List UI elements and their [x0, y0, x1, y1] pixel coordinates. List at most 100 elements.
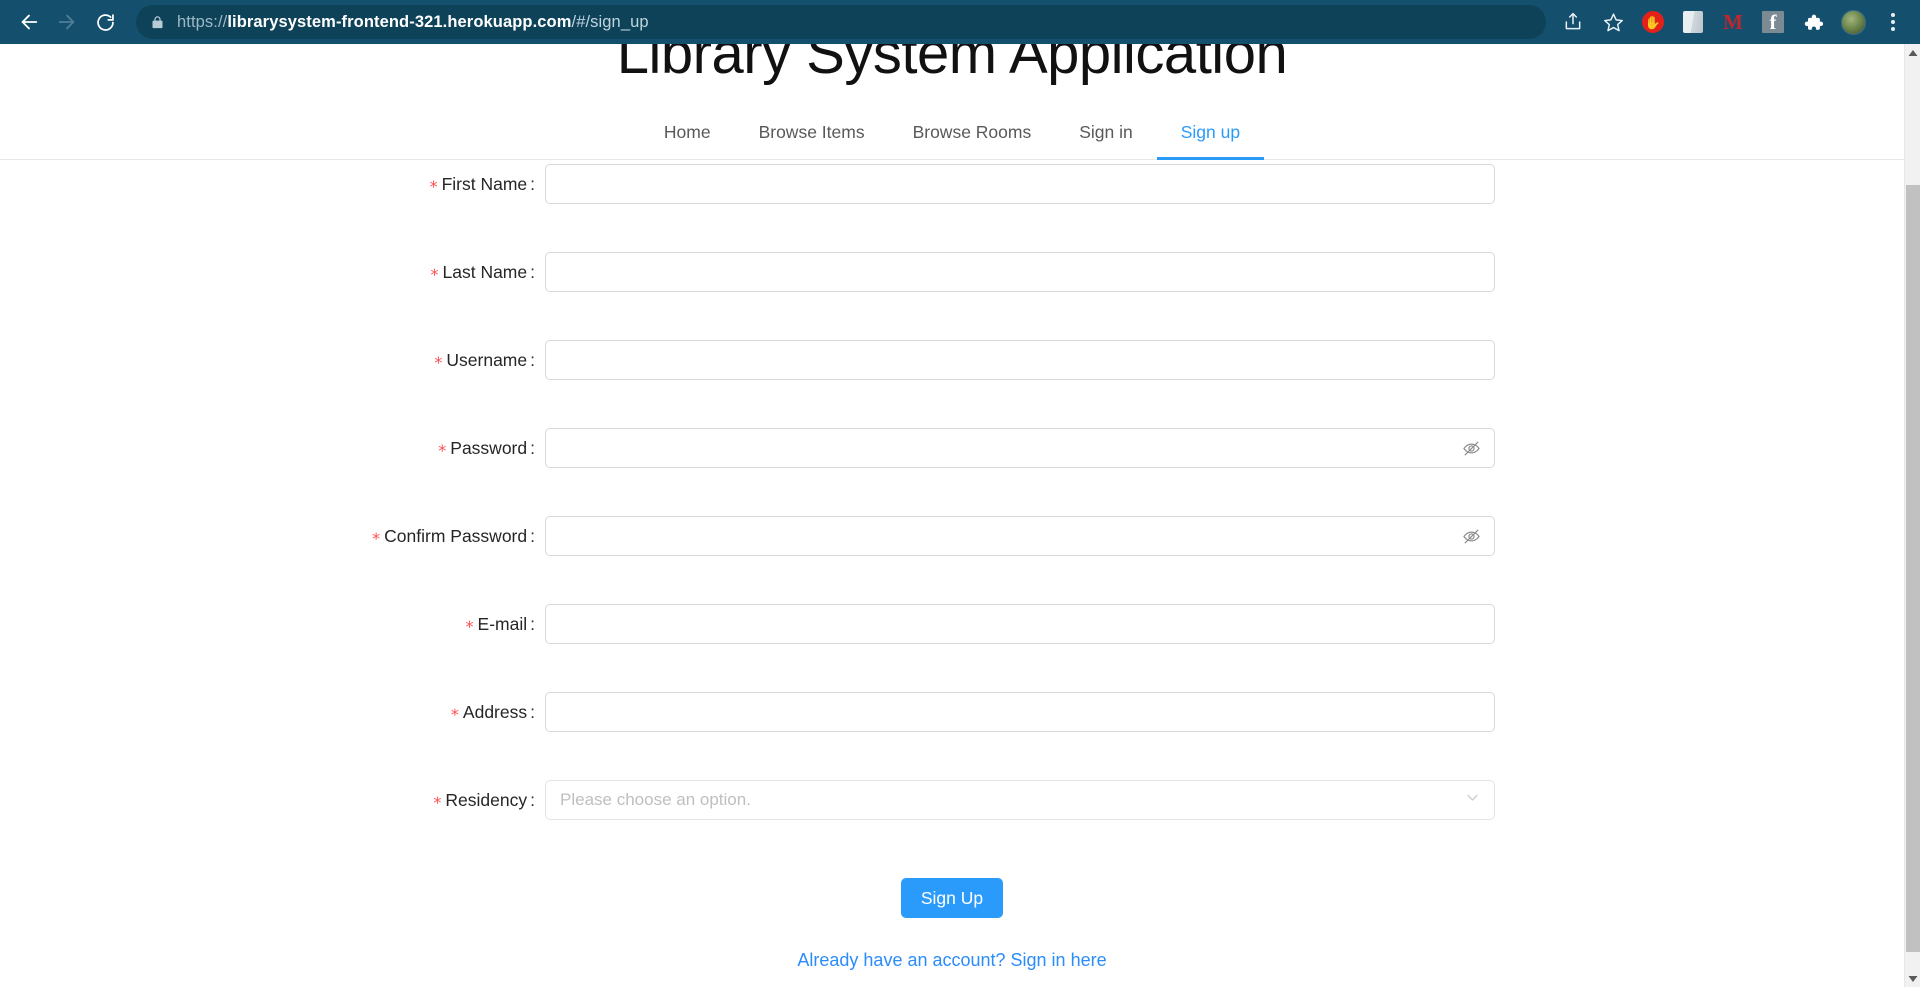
field-wrap-address	[545, 692, 1495, 732]
label-colon: :	[530, 350, 535, 370]
bookmark-star-icon[interactable]	[1596, 5, 1630, 39]
sign-up-button[interactable]: Sign Up	[900, 878, 1004, 918]
forward-button[interactable]	[48, 3, 86, 41]
address-bar[interactable]: https://librarysystem-frontend-321.herok…	[136, 5, 1546, 39]
page-scrollbar[interactable]	[1904, 44, 1920, 987]
username-input[interactable]	[545, 340, 1495, 380]
label-password: * Password:	[0, 428, 545, 469]
browser-actions: ✋ M f	[1556, 5, 1910, 39]
page-viewport: Library System Application Home Browse I…	[0, 44, 1904, 987]
confirm-password-input[interactable]	[545, 516, 1495, 556]
field-wrap-last-name	[545, 252, 1495, 292]
form-row-first-name: * First Name:	[0, 164, 1904, 252]
label-text: Address	[462, 702, 528, 722]
required-asterisk: *	[434, 353, 443, 372]
nav-item-browse-items[interactable]: Browse Items	[735, 106, 889, 160]
url-text: https://librarysystem-frontend-321.herok…	[177, 13, 649, 32]
field-wrap-residency: Please choose an option.	[545, 780, 1495, 820]
browser-toolbar: https://librarysystem-frontend-321.herok…	[0, 0, 1920, 44]
reload-button[interactable]	[86, 3, 124, 41]
url-domain: librarysystem-frontend-321.herokuapp.com	[227, 12, 572, 31]
label-text: E-mail	[477, 614, 528, 634]
page-title: Library System Application	[616, 44, 1288, 86]
label-colon: :	[530, 526, 535, 546]
label-address: * Address:	[0, 692, 545, 733]
label-text: Password	[450, 438, 528, 458]
label-colon: :	[530, 438, 535, 458]
chevron-down-icon	[1465, 790, 1480, 810]
required-asterisk: *	[438, 441, 447, 460]
facebook-extension-icon[interactable]: f	[1756, 5, 1790, 39]
arrow-left-icon	[18, 11, 40, 33]
first-name-input[interactable]	[545, 164, 1495, 204]
required-asterisk: *	[430, 265, 439, 284]
label-last-name: * Last Name:	[0, 252, 545, 293]
extensions-puzzle-icon[interactable]	[1796, 5, 1830, 39]
label-colon: :	[530, 262, 535, 282]
label-colon: :	[530, 614, 535, 634]
sign-in-here-link[interactable]: Already have an account? Sign in here	[797, 950, 1106, 971]
form-row-email: * E-mail:	[0, 604, 1904, 692]
form-row-password: * Password:	[0, 428, 1904, 516]
label-colon: :	[530, 702, 535, 722]
lock-icon	[150, 15, 165, 30]
field-wrap-first-name	[545, 164, 1495, 204]
profile-avatar[interactable]	[1836, 5, 1870, 39]
url-path: /#/sign_up	[571, 12, 649, 31]
field-wrap-username	[545, 340, 1495, 380]
label-text: Username	[446, 350, 528, 370]
eye-off-icon[interactable]	[1461, 526, 1481, 546]
form-row-confirm-password: * Confirm Password:	[0, 516, 1904, 604]
facebook-letter: f	[1762, 11, 1784, 33]
back-button[interactable]	[10, 3, 48, 41]
label-colon: :	[530, 174, 535, 194]
form-row-last-name: * Last Name:	[0, 252, 1904, 340]
label-colon: :	[530, 790, 535, 810]
email-input[interactable]	[545, 604, 1495, 644]
required-asterisk: *	[450, 705, 459, 724]
last-name-input[interactable]	[545, 252, 1495, 292]
field-wrap-email	[545, 604, 1495, 644]
label-text: Confirm Password	[384, 526, 528, 546]
scroll-up-button[interactable]	[1905, 44, 1920, 61]
label-email: * E-mail:	[0, 604, 545, 645]
field-wrap-password	[545, 428, 1495, 468]
field-wrap-confirm-password	[545, 516, 1495, 556]
mendeley-letter: M	[1723, 9, 1743, 34]
signin-link-row: Already have an account? Sign in here	[0, 950, 1904, 971]
url-scheme: https://	[177, 12, 228, 31]
label-text: Last Name	[442, 262, 528, 282]
nav-item-browse-rooms[interactable]: Browse Rooms	[889, 106, 1056, 160]
label-first-name: * First Name:	[0, 164, 545, 205]
scrollbar-thumb[interactable]	[1906, 185, 1920, 952]
scroll-down-button[interactable]	[1905, 970, 1920, 987]
submit-row: Sign Up	[0, 878, 1904, 918]
nav-item-home[interactable]: Home	[640, 106, 735, 160]
mendeley-extension-icon[interactable]: M	[1716, 5, 1750, 39]
residency-select[interactable]: Please choose an option.	[545, 780, 1495, 820]
address-input[interactable]	[545, 692, 1495, 732]
office-extension-icon[interactable]	[1676, 5, 1710, 39]
required-asterisk: *	[429, 177, 438, 196]
residency-placeholder: Please choose an option.	[560, 790, 751, 809]
adblock-extension-icon[interactable]: ✋	[1636, 5, 1670, 39]
eye-off-icon[interactable]	[1461, 438, 1481, 458]
signup-form: * First Name: * Last Name: * Username: * Pas…	[0, 164, 1904, 971]
arrow-right-icon	[56, 11, 78, 33]
nav-item-sign-up[interactable]: Sign up	[1156, 106, 1265, 160]
chrome-menu-icon[interactable]	[1876, 5, 1910, 39]
form-row-username: * Username:	[0, 340, 1904, 428]
label-confirm-password: * Confirm Password:	[0, 516, 545, 557]
nav-item-sign-in[interactable]: Sign in	[1055, 106, 1157, 160]
label-text: First Name	[441, 174, 528, 194]
label-text: Residency	[445, 790, 528, 810]
label-username: * Username:	[0, 340, 545, 381]
required-asterisk: *	[372, 529, 381, 548]
label-residency: * Residency:	[0, 780, 545, 821]
main-nav: Home Browse Items Browse Rooms Sign in S…	[0, 106, 1904, 160]
form-row-address: * Address:	[0, 692, 1904, 780]
share-icon[interactable]	[1556, 5, 1590, 39]
password-input[interactable]	[545, 428, 1495, 468]
form-row-residency: * Residency: Please choose an option.	[0, 780, 1904, 868]
reload-icon	[95, 12, 116, 33]
